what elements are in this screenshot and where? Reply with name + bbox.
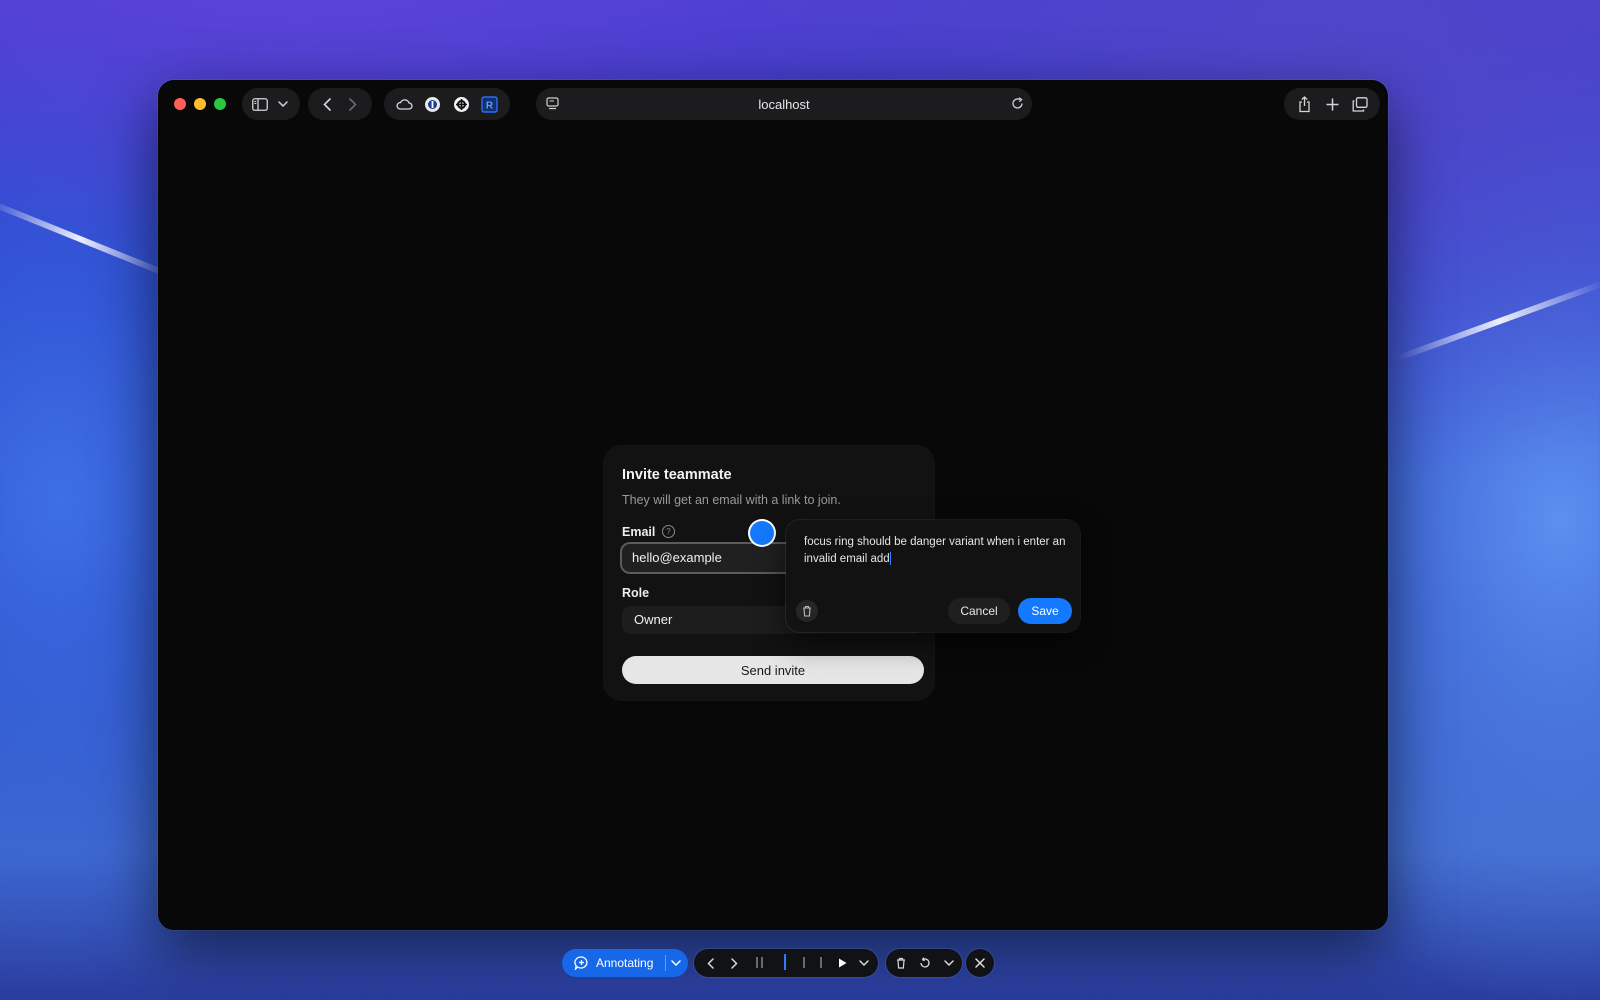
browser-window: R localhost Invite teammate They will ge… xyxy=(158,80,1388,930)
help-icon[interactable]: ? xyxy=(662,525,675,538)
timeline-marker[interactable] xyxy=(761,957,763,968)
forward-icon[interactable] xyxy=(341,92,365,116)
zoom-window-button[interactable] xyxy=(214,98,226,110)
address-bar[interactable]: localhost xyxy=(536,88,1032,120)
timeline-controls xyxy=(694,949,878,977)
timeline-marker[interactable] xyxy=(756,957,758,968)
save-button[interactable]: Save xyxy=(1018,598,1072,624)
annotating-mode-button[interactable]: Annotating xyxy=(562,949,688,977)
wallpaper-streak xyxy=(0,198,174,280)
divider xyxy=(665,955,666,971)
tab-overview-icon[interactable] xyxy=(1348,92,1372,116)
timeline-marker[interactable] xyxy=(803,957,805,968)
page-settings-icon[interactable] xyxy=(546,97,559,113)
cloud-icon[interactable] xyxy=(392,92,416,116)
window-actions xyxy=(1284,88,1380,120)
trash-icon[interactable] xyxy=(889,951,913,975)
sidebar-controls xyxy=(242,88,300,120)
browser-toolbar: R localhost xyxy=(158,80,1388,128)
role-label: Role xyxy=(622,586,650,600)
send-invite-button[interactable]: Send invite xyxy=(622,656,924,684)
url-text[interactable]: localhost xyxy=(758,97,809,112)
r-extension-icon[interactable]: R xyxy=(478,92,502,116)
previous-icon[interactable] xyxy=(698,951,722,975)
delete-annotation-button[interactable] xyxy=(796,600,818,622)
settings-extension-icon[interactable] xyxy=(449,92,473,116)
trash-icon xyxy=(803,605,811,617)
annotation-note-input[interactable]: focus ring should be danger variant when… xyxy=(804,534,1066,568)
back-icon[interactable] xyxy=(315,92,339,116)
text-caret xyxy=(889,552,892,566)
timeline-marker[interactable] xyxy=(820,957,822,968)
chevron-down-icon[interactable] xyxy=(271,92,294,116)
annotation-note-text: focus ring should be danger variant when… xyxy=(804,536,1066,565)
play-icon[interactable] xyxy=(830,951,854,975)
next-icon[interactable] xyxy=(722,951,746,975)
annotating-label: Annotating xyxy=(596,956,654,970)
sidebar-icon[interactable] xyxy=(248,92,271,116)
timeline-marker-active[interactable] xyxy=(784,954,786,970)
minimize-window-button[interactable] xyxy=(194,98,206,110)
close-window-button[interactable] xyxy=(174,98,186,110)
navigation-controls xyxy=(308,88,372,120)
chevron-down-icon[interactable] xyxy=(671,960,681,966)
wallpaper-streak xyxy=(1395,280,1600,362)
share-icon[interactable] xyxy=(1292,92,1316,116)
dialog-subtitle: They will get an email with a link to jo… xyxy=(622,493,841,507)
close-icon xyxy=(975,958,985,968)
edit-controls xyxy=(886,949,962,977)
page-content: Invite teammate They will get an email w… xyxy=(158,128,1388,930)
new-tab-icon[interactable] xyxy=(1320,92,1344,116)
chevron-down-icon[interactable] xyxy=(937,951,961,975)
svg-text:R: R xyxy=(486,100,494,111)
extensions-bar: R xyxy=(384,88,510,120)
chevron-down-icon[interactable] xyxy=(852,951,876,975)
password-extension-icon[interactable] xyxy=(421,92,445,116)
undo-icon[interactable] xyxy=(913,951,937,975)
annotation-marker[interactable] xyxy=(750,521,774,545)
add-comment-icon xyxy=(574,956,589,970)
reload-icon[interactable] xyxy=(1011,97,1024,113)
dialog-title: Invite teammate xyxy=(622,467,732,483)
cancel-button[interactable]: Cancel xyxy=(948,598,1010,624)
email-label: Email xyxy=(622,525,656,539)
annotation-popover: focus ring should be danger variant when… xyxy=(786,520,1080,632)
close-annotation-button[interactable] xyxy=(966,949,994,977)
